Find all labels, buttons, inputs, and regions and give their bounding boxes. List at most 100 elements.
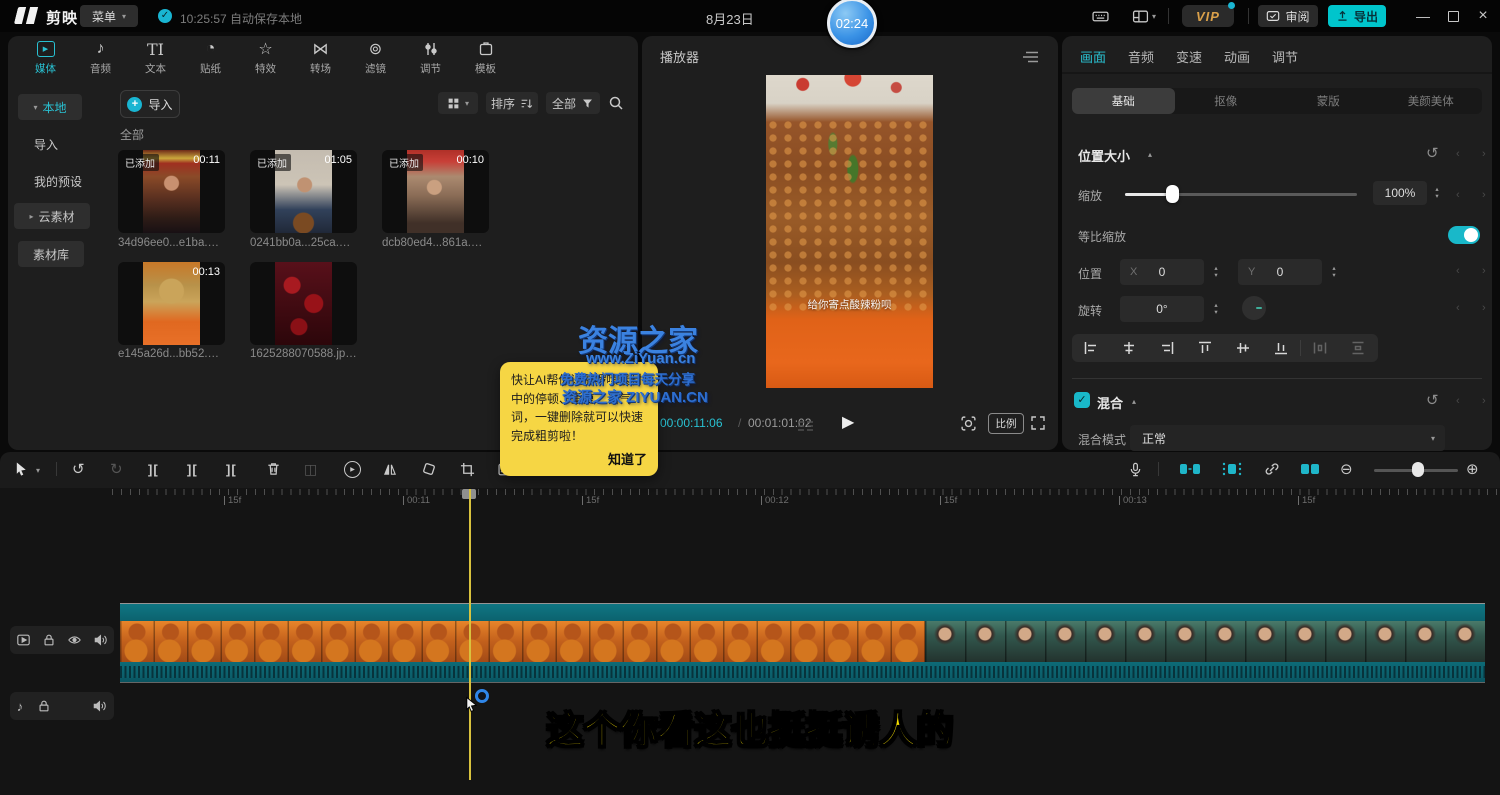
auto-snap-button[interactable]: [1220, 460, 1244, 478]
split-button[interactable]: ][: [148, 460, 159, 478]
media-card[interactable]: 已添加 01:05: [250, 150, 357, 233]
position-y-stepper[interactable]: ▴▾: [1328, 265, 1340, 279]
reset-transform-button[interactable]: ↺: [1426, 144, 1439, 162]
sort-button[interactable]: 排序: [486, 92, 538, 114]
menu-button[interactable]: 菜单▾: [80, 5, 138, 27]
sidebar-item-local[interactable]: ▾本地: [18, 94, 82, 120]
align-center-vertical-button[interactable]: [1224, 341, 1262, 355]
align-left-button[interactable]: [1072, 341, 1110, 355]
delete-button[interactable]: [266, 460, 281, 478]
tab-adjust[interactable]: 调节: [403, 40, 458, 80]
lock-icon[interactable]: [42, 633, 56, 647]
zoom-out-button[interactable]: ⊖: [1340, 460, 1353, 478]
video-clip[interactable]: [120, 603, 1485, 683]
keyframe-next-icon[interactable]: ›: [1482, 189, 1486, 201]
timeline-zoom-handle[interactable]: [1412, 462, 1424, 477]
collapse-icon[interactable]: ▴: [1148, 150, 1152, 159]
tab-filters[interactable]: ⊚滤镜: [348, 40, 403, 80]
reset-blend-button[interactable]: ↺: [1426, 391, 1439, 409]
align-bottom-button[interactable]: [1262, 341, 1300, 355]
select-tool-button[interactable]: [14, 460, 29, 478]
export-button[interactable]: 导出: [1328, 5, 1386, 27]
keyframe-next-icon[interactable]: ›: [1482, 148, 1486, 160]
record-voiceover-button[interactable]: [1128, 460, 1143, 478]
sidebar-item-library[interactable]: 素材库: [18, 241, 84, 267]
rotate-stepper[interactable]: ▴▾: [1210, 302, 1222, 316]
media-card[interactable]: 已添加 00:10: [382, 150, 489, 233]
rotate-button[interactable]: [421, 460, 437, 478]
keyframe-prev-icon[interactable]: ‹: [1456, 395, 1460, 407]
minimize-button[interactable]: —: [1410, 4, 1436, 28]
vip-badge[interactable]: VIP: [1182, 5, 1234, 27]
search-button[interactable]: [608, 94, 624, 112]
preview-quality-button[interactable]: [797, 417, 815, 435]
position-x-field[interactable]: X 0: [1120, 259, 1204, 285]
keyframe-next-icon[interactable]: ›: [1482, 265, 1486, 277]
inspector-tab-animation[interactable]: 动画: [1224, 47, 1250, 66]
distribute-horizontal-button[interactable]: [1301, 341, 1339, 355]
view-mode-button[interactable]: ▾: [438, 92, 478, 114]
subtab-basic[interactable]: 基础: [1072, 88, 1175, 114]
tab-transitions[interactable]: ⋈转场: [293, 40, 348, 80]
close-button[interactable]: ×: [1470, 4, 1496, 28]
timeline-area[interactable]: 15f 00:11 15f 00:12 15f 00:13 15f ♪ 这个你看…: [0, 488, 1500, 795]
scale-slider-handle[interactable]: [1166, 185, 1179, 203]
tab-audio[interactable]: ♪音频: [73, 40, 128, 80]
sidebar-item-cloud[interactable]: ▸云素材: [14, 203, 90, 229]
timeline-ruler[interactable]: [112, 489, 1500, 495]
scale-value-field[interactable]: 100%: [1373, 181, 1427, 205]
align-center-horizontal-button[interactable]: [1110, 341, 1148, 355]
speed-button[interactable]: ▶: [344, 460, 361, 478]
player-preview[interactable]: 给你寄点酸辣粉呗: [766, 75, 933, 388]
playhead-line[interactable]: [469, 489, 471, 780]
keyframe-prev-icon[interactable]: ‹: [1456, 302, 1460, 314]
split-left-button[interactable]: ][: [187, 460, 198, 478]
collapse-icon[interactable]: ▴: [1132, 397, 1136, 406]
play-button[interactable]: ▶: [842, 412, 854, 432]
import-button[interactable]: +导入: [120, 90, 180, 118]
distribute-vertical-button[interactable]: [1339, 341, 1377, 355]
media-card[interactable]: [250, 262, 357, 345]
keyframe-prev-icon[interactable]: ‹: [1456, 148, 1460, 160]
inspector-tab-adjust[interactable]: 调节: [1272, 47, 1298, 66]
tab-sticker[interactable]: ◔贴纸: [183, 40, 238, 80]
subtab-cutout[interactable]: 抠像: [1175, 88, 1278, 114]
tab-media[interactable]: ▶媒体: [18, 40, 73, 80]
keyframe-prev-icon[interactable]: ‹: [1456, 265, 1460, 277]
link-clips-button[interactable]: [1262, 460, 1282, 478]
freeze-frame-button[interactable]: ◫: [304, 460, 317, 478]
layout-switch-button[interactable]: [1132, 8, 1149, 25]
rotate-field[interactable]: 0°: [1120, 296, 1204, 322]
redo-button[interactable]: ↻: [110, 460, 123, 478]
split-preview-button[interactable]: [1298, 460, 1322, 478]
ratio-button[interactable]: 比例: [988, 413, 1024, 434]
align-top-button[interactable]: [1186, 341, 1224, 355]
tooltip-ok-button[interactable]: 知道了: [511, 449, 647, 468]
position-y-field[interactable]: Y 0: [1238, 259, 1322, 285]
blend-checkbox[interactable]: ✓: [1074, 392, 1090, 408]
fullscreen-button[interactable]: [1030, 414, 1046, 432]
blend-mode-dropdown[interactable]: 正常 ▾: [1130, 425, 1445, 451]
scale-stepper[interactable]: ▴▾: [1431, 186, 1443, 200]
subtab-beauty[interactable]: 美颜美体: [1380, 88, 1483, 114]
align-right-button[interactable]: [1148, 341, 1186, 355]
zoom-in-button[interactable]: ⊕: [1466, 460, 1479, 478]
inspector-tab-speed[interactable]: 变速: [1176, 47, 1202, 66]
sidebar-item-import[interactable]: 导入: [34, 136, 58, 153]
shortcut-keyboard-button[interactable]: [1092, 8, 1109, 25]
speaker-icon[interactable]: [92, 699, 107, 713]
chevron-down-icon[interactable]: ▾: [1152, 12, 1156, 21]
crop-button[interactable]: [460, 460, 475, 478]
speaker-icon[interactable]: [93, 633, 108, 647]
inspector-tab-picture[interactable]: 画面: [1080, 47, 1106, 66]
keyframe-next-icon[interactable]: ›: [1482, 395, 1486, 407]
magnetic-snap-button[interactable]: [1178, 460, 1202, 478]
tab-templates[interactable]: 模板: [458, 40, 513, 80]
restore-button[interactable]: [1440, 4, 1466, 28]
rotate-knob[interactable]: [1242, 296, 1266, 320]
review-button[interactable]: 审阅: [1258, 5, 1318, 27]
chevron-down-icon[interactable]: ▾: [36, 466, 40, 475]
position-x-stepper[interactable]: ▴▾: [1210, 265, 1222, 279]
inspector-tab-audio[interactable]: 音频: [1128, 47, 1154, 66]
filter-button[interactable]: 全部: [546, 92, 600, 114]
